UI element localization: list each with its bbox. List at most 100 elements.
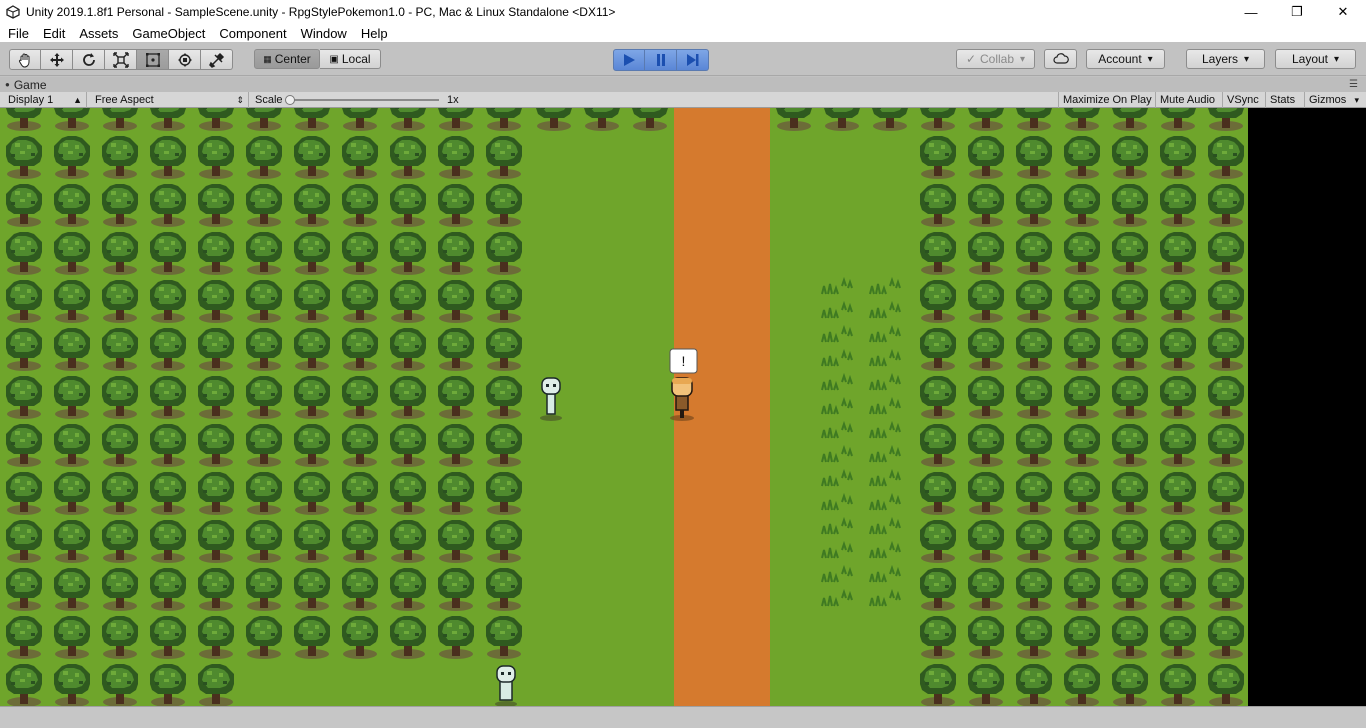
collab-label: Collab bbox=[980, 52, 1015, 66]
tree bbox=[54, 376, 90, 419]
layers-dropdown[interactable]: Layers bbox=[1186, 49, 1265, 69]
close-icon[interactable]: ✕ bbox=[1320, 0, 1366, 24]
minimize-icon[interactable]: — bbox=[1228, 0, 1274, 24]
transform-tool-icon[interactable] bbox=[169, 49, 201, 70]
tree bbox=[1112, 328, 1148, 371]
tree bbox=[150, 280, 186, 323]
tree bbox=[342, 376, 378, 419]
tree bbox=[920, 616, 956, 659]
tree bbox=[198, 136, 234, 179]
menu-file[interactable]: File bbox=[1, 26, 36, 41]
tree bbox=[390, 568, 426, 611]
tree bbox=[246, 520, 282, 563]
tree bbox=[1208, 376, 1244, 419]
tree bbox=[102, 424, 138, 467]
maximize-on-play-toggle[interactable]: Maximize On Play bbox=[1058, 92, 1156, 108]
hand-tool-icon[interactable] bbox=[9, 49, 41, 70]
menu-edit[interactable]: Edit bbox=[36, 26, 72, 41]
tree bbox=[1160, 328, 1196, 371]
scale-control: Scale 1x bbox=[251, 92, 461, 108]
pivot-center-button[interactable]: ▦ Center bbox=[254, 49, 320, 69]
tree bbox=[102, 280, 138, 323]
tree bbox=[54, 184, 90, 227]
tree bbox=[1160, 280, 1196, 323]
tree bbox=[1064, 424, 1100, 467]
layout-label: Layout bbox=[1291, 52, 1328, 66]
tree bbox=[246, 616, 282, 659]
tree bbox=[1064, 664, 1100, 706]
tab-menu-icon[interactable]: ☰ bbox=[1349, 79, 1358, 90]
tree bbox=[968, 520, 1004, 563]
tree bbox=[920, 280, 956, 323]
tree bbox=[438, 232, 474, 275]
tree bbox=[1208, 328, 1244, 371]
tree bbox=[294, 472, 330, 515]
game-icon: ● bbox=[5, 80, 10, 89]
pause-icon bbox=[656, 54, 665, 66]
scale-slider[interactable] bbox=[285, 95, 439, 105]
tree bbox=[246, 376, 282, 419]
scale-slider-thumb[interactable] bbox=[285, 95, 295, 105]
pause-button[interactable] bbox=[645, 49, 677, 71]
tree bbox=[920, 520, 956, 563]
account-dropdown[interactable]: Account bbox=[1086, 49, 1165, 69]
window-titlebar: Unity 2019.1.8f1 Personal - SampleScene.… bbox=[0, 0, 1366, 24]
menu-assets[interactable]: Assets bbox=[72, 26, 125, 41]
scale-tool-icon[interactable] bbox=[105, 49, 137, 70]
tree bbox=[342, 280, 378, 323]
tree bbox=[1112, 424, 1148, 467]
play-button[interactable] bbox=[613, 49, 645, 71]
tree bbox=[1112, 472, 1148, 515]
restore-icon[interactable]: ❐ bbox=[1274, 0, 1320, 24]
tree bbox=[486, 136, 522, 179]
status-bar bbox=[0, 706, 1366, 728]
tree bbox=[486, 184, 522, 227]
step-button[interactable] bbox=[677, 49, 709, 71]
gizmos-dropdown[interactable]: Gizmos ▾ bbox=[1305, 92, 1363, 108]
game-scene[interactable]: ! bbox=[0, 108, 1248, 706]
transform-tools bbox=[9, 49, 233, 70]
tree bbox=[1016, 616, 1052, 659]
menu-window[interactable]: Window bbox=[294, 26, 354, 41]
tree bbox=[6, 616, 42, 659]
tree bbox=[390, 520, 426, 563]
tree bbox=[198, 616, 234, 659]
space-local-button[interactable]: ▣ Local bbox=[320, 49, 381, 69]
tree bbox=[920, 232, 956, 275]
tree bbox=[1064, 328, 1100, 371]
tree bbox=[390, 136, 426, 179]
tree bbox=[1160, 376, 1196, 419]
tree bbox=[486, 424, 522, 467]
tree bbox=[102, 232, 138, 275]
game-viewport[interactable]: ! bbox=[0, 108, 1366, 706]
move-tool-icon[interactable] bbox=[41, 49, 73, 70]
tree bbox=[150, 616, 186, 659]
tree bbox=[968, 424, 1004, 467]
game-tab[interactable]: ● Game bbox=[5, 77, 47, 92]
collab-dropdown[interactable]: ✓ Collab bbox=[956, 49, 1035, 69]
menu-component[interactable]: Component bbox=[212, 26, 293, 41]
aspect-dropdown[interactable]: Free Aspect ⇕ bbox=[91, 92, 249, 108]
tree bbox=[6, 328, 42, 371]
tree bbox=[1160, 664, 1196, 706]
custom-tool-icon[interactable] bbox=[201, 49, 233, 70]
vsync-toggle[interactable]: VSync bbox=[1223, 92, 1266, 108]
rotate-tool-icon[interactable] bbox=[73, 49, 105, 70]
display-dropdown[interactable]: Display 1 ▲︎ bbox=[4, 92, 87, 108]
tree bbox=[198, 232, 234, 275]
tree bbox=[54, 616, 90, 659]
tree bbox=[968, 616, 1004, 659]
menu-help[interactable]: Help bbox=[354, 26, 395, 41]
window-title: Unity 2019.1.8f1 Personal - SampleScene.… bbox=[26, 5, 616, 19]
tree bbox=[1160, 184, 1196, 227]
tree bbox=[438, 376, 474, 419]
tree bbox=[1064, 520, 1100, 563]
mute-audio-toggle[interactable]: Mute Audio bbox=[1156, 92, 1223, 108]
tree bbox=[294, 424, 330, 467]
stats-toggle[interactable]: Stats bbox=[1266, 92, 1305, 108]
cloud-button[interactable] bbox=[1044, 49, 1077, 69]
game-view-bar: Display 1 ▲︎ Free Aspect ⇕ Scale 1x Maximi… bbox=[0, 92, 1366, 108]
menu-gameobject[interactable]: GameObject bbox=[125, 26, 212, 41]
rect-tool-icon[interactable] bbox=[137, 49, 169, 70]
layout-dropdown[interactable]: Layout bbox=[1275, 49, 1356, 69]
